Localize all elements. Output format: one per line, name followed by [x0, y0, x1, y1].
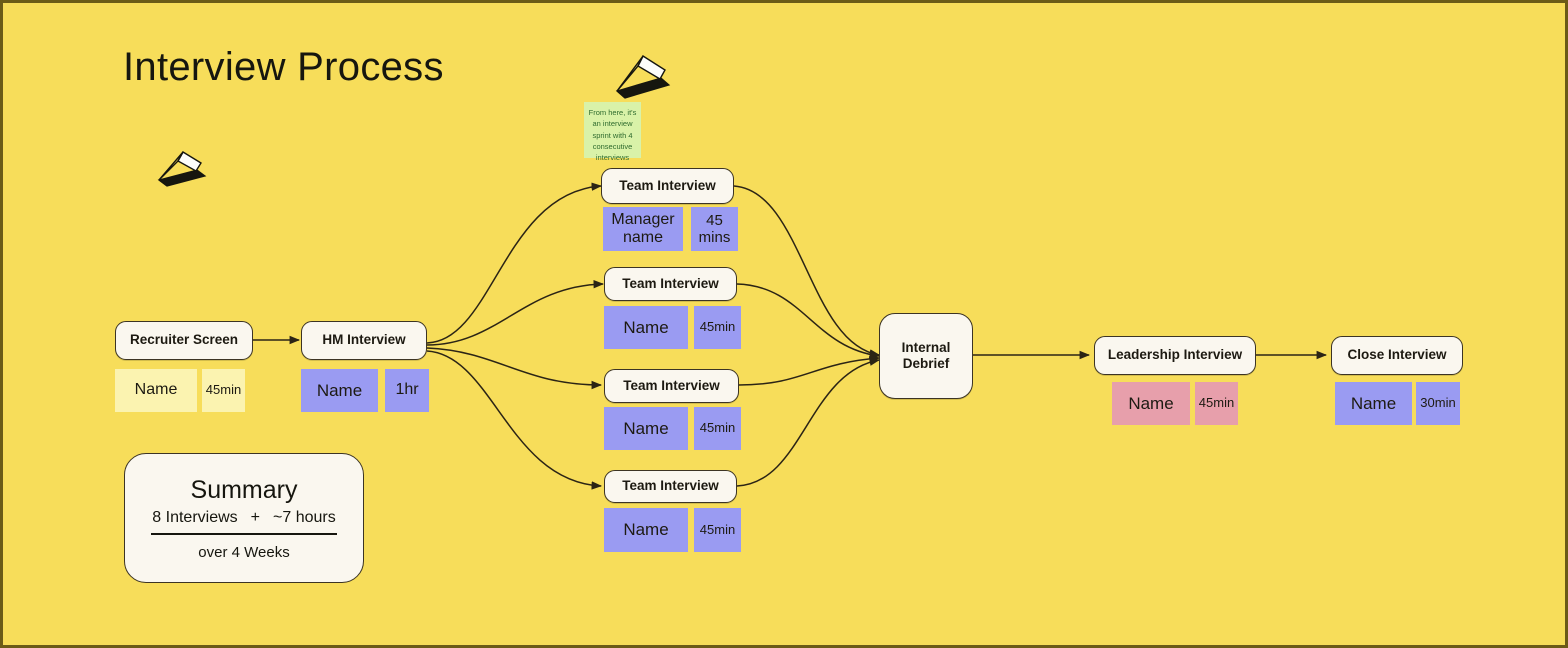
summary-duration: ~7 hours [273, 508, 336, 526]
node-recruiter-screen[interactable]: Recruiter Screen [115, 321, 253, 360]
node-close-interview[interactable]: Close Interview [1331, 336, 1463, 375]
summary-operator: + [250, 508, 260, 526]
whiteboard-canvas[interactable]: Interview Process From here, it's an int… [0, 0, 1568, 648]
summary-card[interactable]: Summary 8 Interviews + ~7 hours over 4 W… [124, 453, 364, 583]
laptop-icon [615, 54, 671, 99]
node-label: Team Interview [619, 177, 716, 193]
chip-recruiter-screen-duration[interactable]: 45min [202, 369, 245, 412]
chip-team-interview-1-name[interactable]: Manager name [603, 207, 683, 251]
node-label: Team Interview [622, 275, 719, 291]
node-leadership-interview[interactable]: Leadership Interview [1094, 336, 1256, 375]
chip-close-interview-duration[interactable]: 30min [1416, 382, 1460, 425]
chip-team-interview-2-duration[interactable]: 45min [694, 306, 741, 349]
node-label: Leadership Interview [1107, 347, 1243, 363]
node-label: Internal Debrief [901, 339, 951, 371]
node-team-interview-2[interactable]: Team Interview [604, 267, 737, 301]
node-team-interview-4[interactable]: Team Interview [604, 470, 737, 503]
annotation-sticky-note[interactable]: From here, it's an interview sprint with… [584, 102, 641, 162]
node-internal-debrief[interactable]: Internal Debrief [879, 313, 973, 399]
chip-team-interview-3-duration[interactable]: 45min [694, 407, 741, 450]
chip-team-interview-1-duration[interactable]: 45 mins [691, 207, 738, 251]
chip-leadership-interview-name[interactable]: Name [1112, 382, 1190, 425]
node-team-interview-1[interactable]: Team Interview [601, 168, 734, 204]
node-label: Team Interview [623, 377, 720, 393]
chip-team-interview-4-name[interactable]: Name [604, 508, 688, 552]
summary-divider [151, 532, 337, 535]
summary-interview-count: 8 Interviews [152, 508, 238, 526]
chip-recruiter-screen-name[interactable]: Name [115, 369, 197, 412]
node-label: Team Interview [622, 478, 719, 494]
summary-title: Summary [190, 475, 298, 504]
node-label: HM Interview [322, 332, 406, 348]
chip-hm-interview-duration[interactable]: 1hr [385, 369, 429, 412]
chip-team-interview-4-duration[interactable]: 45min [694, 508, 741, 552]
chip-hm-interview-name[interactable]: Name [301, 369, 378, 412]
summary-footer: over 4 Weeks [198, 543, 290, 561]
page-title: Interview Process [123, 45, 444, 89]
node-team-interview-3[interactable]: Team Interview [604, 369, 739, 403]
chip-close-interview-name[interactable]: Name [1335, 382, 1412, 425]
node-label: Close Interview [1347, 347, 1447, 363]
chip-team-interview-2-name[interactable]: Name [604, 306, 688, 349]
chip-team-interview-3-name[interactable]: Name [604, 407, 688, 450]
node-hm-interview[interactable]: HM Interview [301, 321, 427, 360]
summary-metrics: 8 Interviews + ~7 hours [152, 509, 335, 533]
node-label: Recruiter Screen [129, 332, 239, 348]
chip-leadership-interview-duration[interactable]: 45min [1195, 382, 1238, 425]
laptop-icon [157, 151, 207, 187]
